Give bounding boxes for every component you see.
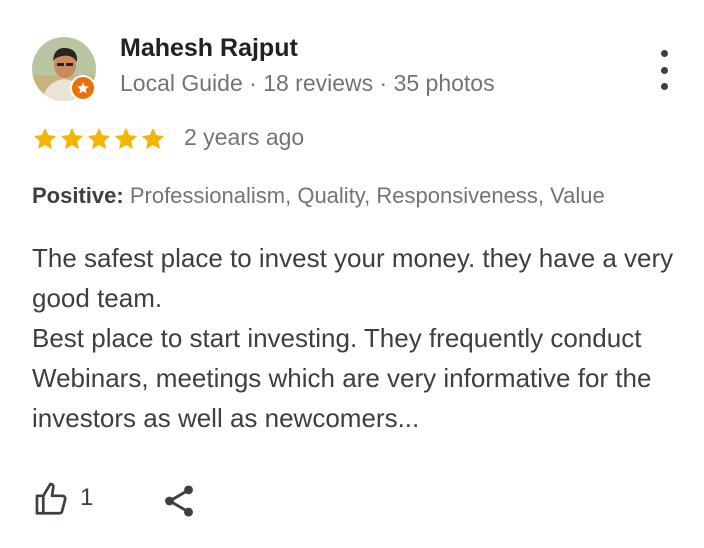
star-icon — [60, 127, 84, 149]
star-icon — [87, 127, 111, 149]
like-button[interactable] — [33, 480, 71, 523]
menu-dot — [660, 83, 668, 90]
like-count: 1 — [80, 484, 94, 511]
menu-dot — [660, 50, 668, 57]
review-paragraph: Best place to start investing. They freq… — [32, 323, 652, 433]
star-rating — [32, 126, 166, 152]
share-icon — [165, 485, 193, 517]
review-text[interactable]: The safest place to invest your money. t… — [32, 238, 692, 438]
review-time: 2 years ago — [184, 124, 305, 150]
menu-dot — [660, 66, 668, 74]
star-icon — [33, 127, 57, 149]
local-guide-badge-icon — [70, 75, 96, 101]
reviewer-meta: Local Guide · 18 reviews · 35 photos — [120, 70, 495, 96]
review-paragraph: The safest place to invest your money. t… — [32, 243, 674, 313]
share-button[interactable] — [160, 482, 198, 525]
star-icon — [114, 127, 138, 149]
reviewer-name[interactable]: Mahesh Rajput — [120, 34, 298, 63]
attributes-values: Professionalism, Quality, Responsiveness… — [129, 183, 605, 208]
thumbs-up-icon — [35, 482, 67, 515]
star-icon — [141, 127, 165, 149]
attributes-label: Positive: — [32, 183, 124, 208]
more-vert-icon[interactable] — [650, 50, 678, 90]
review-attributes: Positive: Professionalism, Quality, Resp… — [32, 183, 605, 209]
